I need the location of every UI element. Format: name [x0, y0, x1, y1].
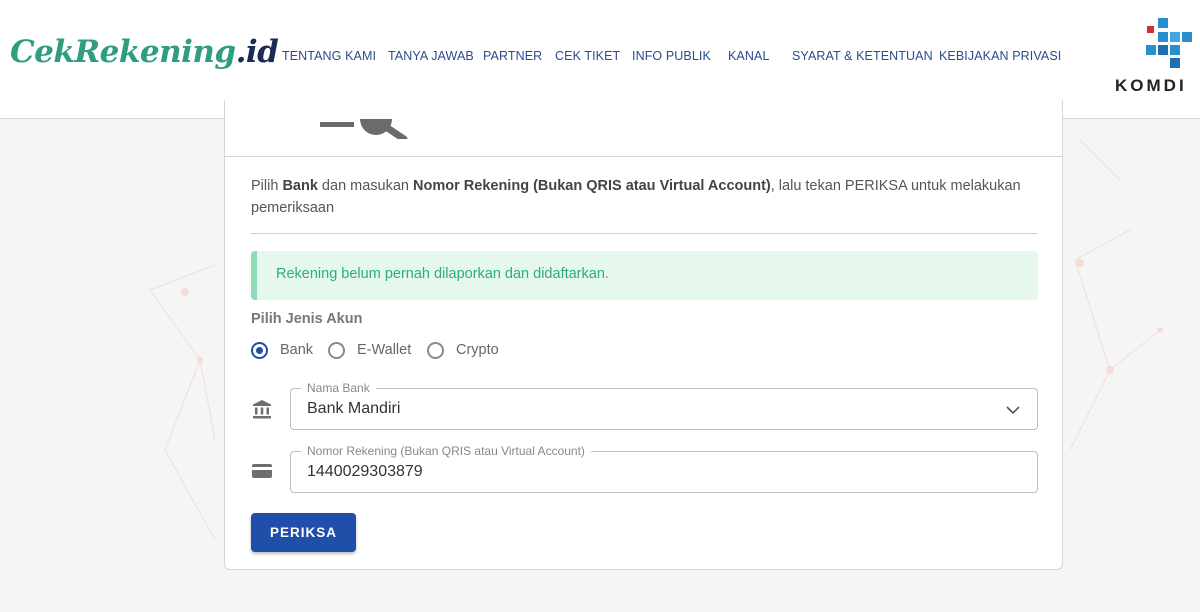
radio-checked-indicator[interactable]	[251, 341, 268, 359]
instructions-text: Pilih Bank dan masukan Nomor Rekening (B…	[251, 175, 1021, 219]
nav-syarat-ketentuan[interactable]: SYARAT & KETENTUAN	[792, 49, 933, 63]
nav-kebijakan-privasi[interactable]: KEBIJAKAN PRIVASI	[939, 49, 1061, 63]
chevron-down-icon[interactable]	[1005, 402, 1021, 418]
search-icon	[320, 119, 408, 139]
radio-bank-label: Bank	[280, 342, 314, 358]
nav-cek-tiket[interactable]: CEK TIKET	[555, 49, 620, 63]
radio-crypto[interactable]: Crypto	[427, 340, 499, 360]
radio-crypto-label: Crypto	[456, 342, 499, 358]
account-number-label: Nomor Rekening (Bukan QRIS atau Virtual …	[301, 444, 591, 458]
instructions-part: Pilih	[251, 178, 283, 194]
nav-tanya-jawab[interactable]: TANYA JAWAB	[388, 49, 474, 63]
bank-select[interactable]: Nama Bank Bank Mandiri	[290, 381, 1038, 430]
periksa-button[interactable]: PERIKSA	[251, 513, 356, 552]
komdi-mark-icon	[1146, 18, 1192, 68]
instructions-bold-bank: Bank	[282, 178, 318, 194]
instructions-bold-account: Nomor Rekening (Bukan QRIS atau Virtual …	[413, 178, 771, 194]
radio-unchecked-indicator[interactable]	[427, 341, 444, 359]
instructions-part: dan masukan	[317, 178, 414, 194]
nav-partner[interactable]: PARTNER	[483, 49, 542, 63]
komdi-logo-text: KOMDI	[1115, 76, 1187, 95]
check-account-card: Pilih Bank dan masukan Nomor Rekening (B…	[224, 100, 1063, 570]
radio-bank[interactable]: Bank	[251, 340, 313, 360]
bank-icon	[253, 400, 271, 419]
section-divider	[251, 233, 1037, 234]
card-header-divider	[225, 156, 1062, 157]
radio-unchecked-indicator[interactable]	[328, 341, 345, 359]
account-type-label: Pilih Jenis Akun	[251, 311, 363, 327]
nav-kanal[interactable]: KANAL	[728, 49, 770, 63]
account-number-input[interactable]: Nomor Rekening (Bukan QRIS atau Virtual …	[290, 444, 1038, 493]
account-type-radio-group: Bank E-Wallet Crypto	[251, 340, 751, 360]
bank-select-value: Bank Mandiri	[307, 400, 401, 417]
status-alert: Rekening belum pernah dilaporkan dan did…	[251, 251, 1038, 300]
bank-select-label: Nama Bank	[301, 381, 376, 395]
nav-tentang-kami[interactable]: TENTANG KAMI	[282, 49, 376, 63]
komdi-logo[interactable]: KOMDI	[1112, 18, 1200, 98]
credit-card-icon	[252, 464, 272, 478]
radio-e-wallet[interactable]: E-Wallet	[328, 340, 411, 360]
radio-e-wallet-label: E-Wallet	[357, 342, 412, 358]
nav-info-publik[interactable]: INFO PUBLIK	[632, 49, 711, 63]
account-number-value: 1440029303879	[307, 463, 423, 480]
main-nav: TENTANG KAMI TANYA JAWAB PARTNER CEK TIK…	[0, 49, 1100, 65]
alert-message: Rekening belum pernah dilaporkan dan did…	[276, 266, 609, 282]
